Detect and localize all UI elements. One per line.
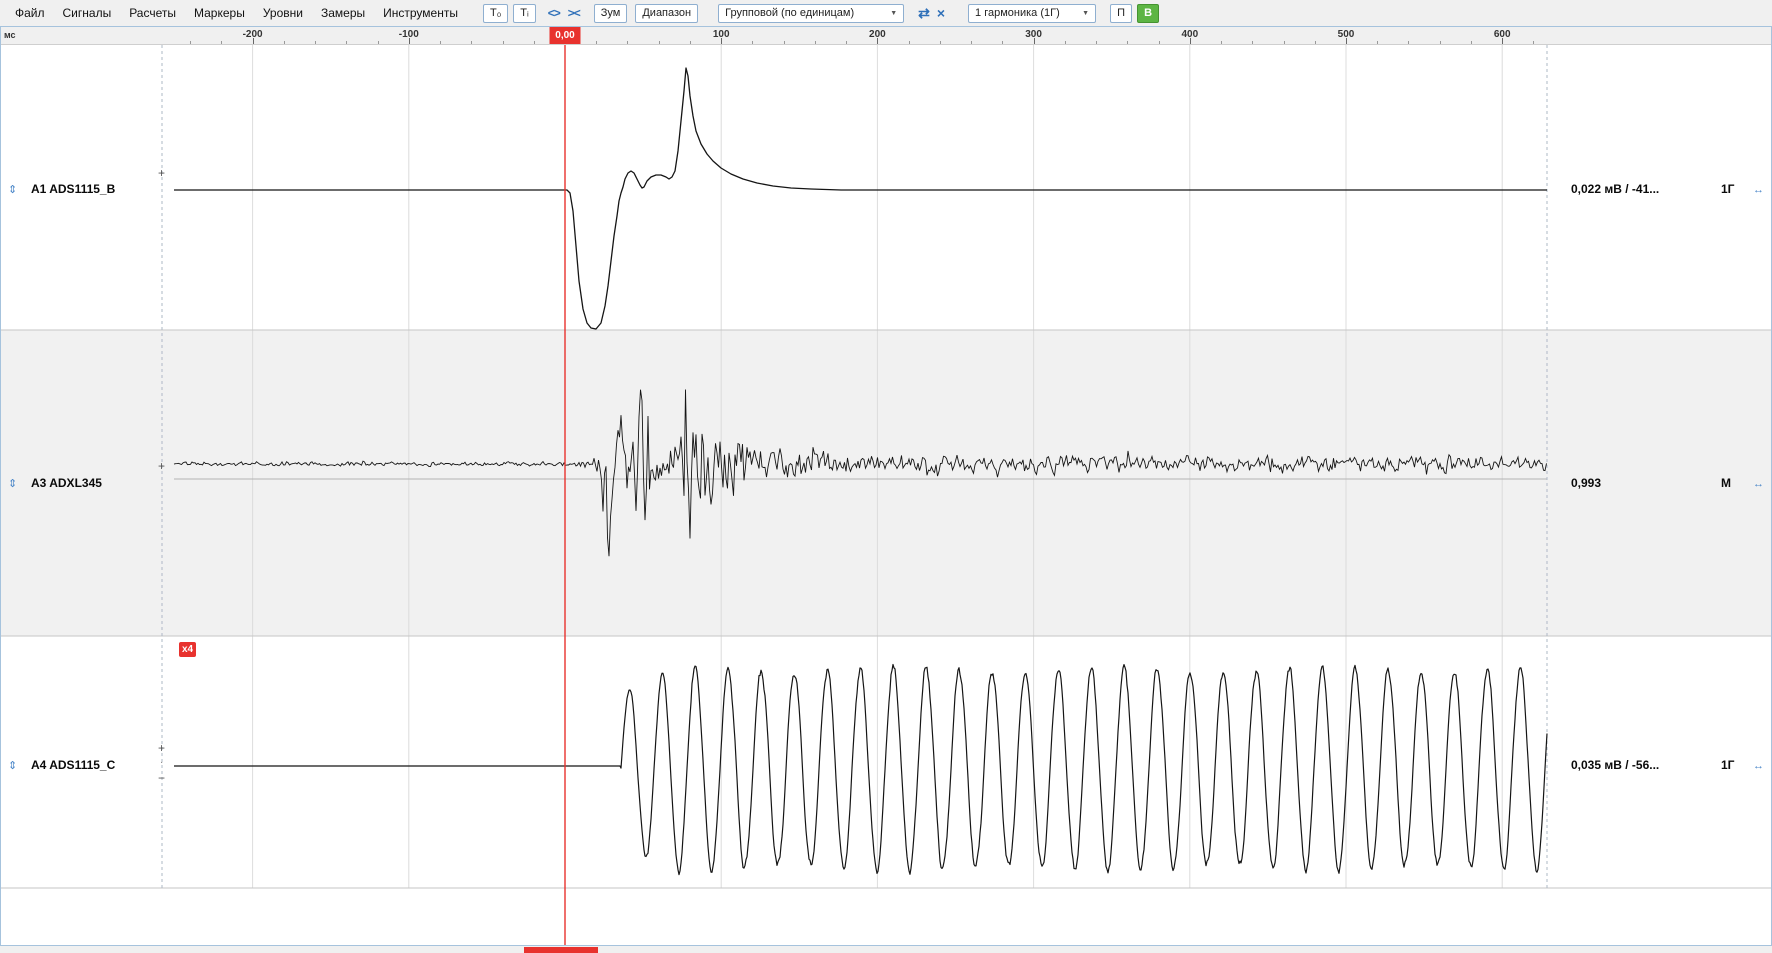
ruler-tick	[1408, 41, 1409, 44]
ruler-tick	[971, 41, 972, 44]
menu-signals[interactable]: Сигналы	[54, 6, 121, 20]
chevron-down-icon: ▼	[1082, 10, 1089, 17]
ruler-tick	[784, 41, 785, 44]
p-toggle-button[interactable]: П	[1110, 4, 1132, 23]
channel-a4-name[interactable]: A4 ADS1115_C	[31, 759, 115, 772]
plot-area[interactable]: ⇕ A1 ADS1115_B + 0,022 мВ / -41... 1Г ↔ …	[1, 45, 1771, 945]
ruler-tick	[346, 41, 347, 44]
ruler-tick	[1440, 41, 1441, 44]
range-button[interactable]: Диапазон	[635, 4, 698, 23]
chevron-down-icon: ▼	[890, 10, 897, 17]
channel-a1-value: 0,022 мВ / -41...	[1571, 183, 1659, 196]
menu-calculations[interactable]: Расчеты	[120, 6, 185, 20]
a1-trace	[174, 68, 1547, 329]
collapse-horizontal-icon[interactable]: ><	[568, 6, 580, 20]
ruler-tick-label: 500	[1338, 29, 1355, 40]
ruler-tick-label: 400	[1181, 29, 1198, 40]
channel-a4-gain-badge[interactable]: x4	[179, 642, 196, 657]
a3-row-background	[1, 330, 1771, 636]
group-mode-select[interactable]: Групповой (по единицам) ▼	[718, 4, 904, 23]
ruler-tick	[846, 41, 847, 44]
ruler-tick	[1252, 41, 1253, 44]
ruler-unit-label: мс	[4, 30, 16, 40]
ruler-tick	[1127, 41, 1128, 44]
timeline-scroll-handle[interactable]	[524, 947, 598, 953]
ruler-tick	[315, 41, 316, 44]
ruler-tick	[284, 41, 285, 44]
ruler-tick-label: 600	[1494, 29, 1511, 40]
ruler-tick-label: -100	[399, 29, 419, 40]
t0-button[interactable]: T₀	[483, 4, 508, 23]
ruler-tick	[440, 41, 441, 44]
cursor-time-box[interactable]: 0,00	[550, 27, 581, 44]
channel-a3-value: 0,993	[1571, 477, 1601, 490]
harmonic-value: 1 гармоника (1Г)	[975, 7, 1060, 19]
ruler-tick	[1221, 41, 1222, 44]
channel-a3-unit: М	[1721, 477, 1731, 490]
drag-vertical-icon[interactable]: ⇕	[8, 760, 17, 773]
channel-a1-unit: 1Г	[1721, 183, 1734, 196]
zoom-button[interactable]: Зум	[594, 4, 628, 23]
group-mode-value: Групповой (по единицам)	[725, 7, 854, 19]
channel-a3-scale-plus[interactable]: +	[158, 460, 165, 473]
ruler-tick-label: 200	[869, 29, 886, 40]
refresh-icon[interactable]: ⇄	[918, 5, 929, 22]
ruler-tick	[659, 41, 660, 44]
menu-measures[interactable]: Замеры	[312, 6, 374, 20]
ruler-tick	[221, 41, 222, 44]
ruler-tick	[1471, 41, 1472, 44]
plot-svg	[1, 45, 1771, 945]
drag-vertical-icon[interactable]: ⇕	[8, 478, 17, 491]
menu-tools[interactable]: Инструменты	[374, 6, 467, 20]
ruler-tick	[690, 41, 691, 44]
channel-a1-name[interactable]: A1 ADS1115_B	[31, 183, 115, 196]
channel-a4-scale-dot: ·	[160, 756, 163, 769]
ruler-tick	[627, 41, 628, 44]
channel-a4-value: 0,035 мВ / -56...	[1571, 759, 1659, 772]
ruler-tick	[596, 41, 597, 44]
ruler-tick	[1065, 41, 1066, 44]
ruler-tick-label: 300	[1025, 29, 1042, 40]
ruler-tick	[815, 41, 816, 44]
ruler-tick	[1315, 41, 1316, 44]
ruler-tick-label: -200	[243, 29, 263, 40]
menu-levels[interactable]: Уровни	[254, 6, 312, 20]
ruler-tick	[503, 41, 504, 44]
harmonic-select[interactable]: 1 гармоника (1Г) ▼	[968, 4, 1096, 23]
ruler-tick	[752, 41, 753, 44]
ruler-tick	[1096, 41, 1097, 44]
drag-horizontal-icon[interactable]: ↔	[1753, 760, 1764, 773]
clear-icon[interactable]: ×	[937, 5, 944, 21]
toolbar: Файл Сигналы Расчеты Маркеры Уровни Заме…	[0, 0, 1772, 26]
ruler-tick	[1533, 41, 1534, 44]
ruler-tick	[1002, 41, 1003, 44]
ruler-tick	[190, 41, 191, 44]
channel-a4-unit: 1Г	[1721, 759, 1734, 772]
channel-a4-scale-minus[interactable]: −	[158, 772, 165, 785]
ruler-tick	[1284, 41, 1285, 44]
channel-a4-scale-plus[interactable]: +	[158, 742, 165, 755]
expand-horizontal-icon[interactable]: <>	[548, 6, 560, 20]
channel-a1-scale-plus[interactable]: +	[158, 167, 165, 180]
ruler-tick	[940, 41, 941, 44]
ruler-tick	[909, 41, 910, 44]
drag-horizontal-icon[interactable]: ↔	[1753, 184, 1764, 197]
drag-horizontal-icon[interactable]: ↔	[1753, 478, 1764, 491]
menu-file[interactable]: Файл	[6, 6, 54, 20]
ruler-tick-label: 100	[713, 29, 730, 40]
ruler-tick	[378, 41, 379, 44]
ruler-tick	[1159, 41, 1160, 44]
menu-markers[interactable]: Маркеры	[185, 6, 254, 20]
channel-a3-name[interactable]: A3 ADXL345	[31, 477, 102, 490]
v-toggle-button[interactable]: В	[1137, 4, 1159, 23]
workspace: мс 0,00 -200 -100 100 200 300 400 500 600 ⇕ A1 …	[0, 26, 1772, 946]
ruler[interactable]: мс 0,00 -200 -100 100 200 300 400 500 600	[1, 27, 1771, 45]
ti-button[interactable]: Tᵢ	[513, 4, 535, 23]
drag-vertical-icon[interactable]: ⇕	[8, 184, 17, 197]
ruler-tick	[534, 41, 535, 44]
ruler-tick	[1377, 41, 1378, 44]
ruler-tick	[471, 41, 472, 44]
a4-trace	[174, 665, 1547, 875]
